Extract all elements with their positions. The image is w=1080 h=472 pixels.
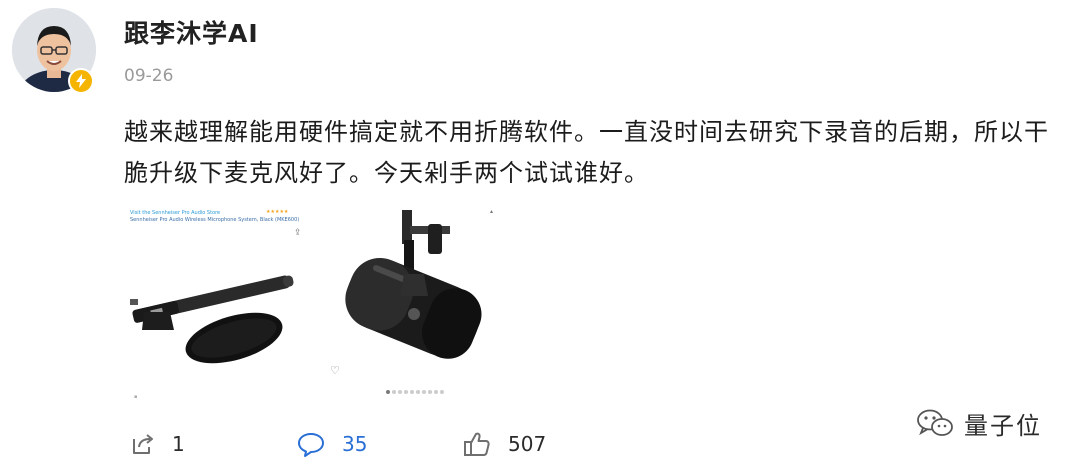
like-count: 507 — [508, 432, 547, 456]
post-timestamp: 09-26 — [124, 66, 174, 86]
comment-count: 35 — [342, 432, 368, 456]
image-corner-mark: ▪ — [134, 394, 138, 400]
post-image[interactable]: Visit the Sennheiser Pro Audio Store Sen… — [124, 204, 544, 404]
shotgun-microphone-picture — [130, 275, 294, 364]
like-button[interactable]: 507 — [462, 428, 546, 460]
dynamic-microphone-picture — [345, 210, 482, 359]
comment-bubble-icon — [298, 433, 324, 457]
rating-stars: ★★★★★ — [266, 209, 289, 215]
lightning-bolt-icon — [68, 68, 94, 94]
repost-button[interactable]: 1 — [128, 428, 185, 460]
thumbs-up-icon — [464, 432, 490, 456]
watermark-text: 量子位 — [964, 412, 1042, 440]
heart-icon: ♡ — [330, 364, 340, 377]
share-icon: ⇪ — [294, 228, 302, 238]
comment-button[interactable]: 35 — [296, 428, 367, 460]
store-link-text: Visit the Sennheiser Pro Audio Store — [130, 210, 221, 216]
repost-count: 1 — [172, 432, 185, 456]
wechat-logo-icon — [917, 409, 953, 436]
repost-icon — [133, 434, 153, 454]
product-title-text: Sennheiser Pro Audio Wireless Microphone… — [130, 217, 300, 223]
watermark: 量子位 — [916, 406, 1042, 441]
image-carousel-dots — [386, 390, 444, 394]
author-name[interactable]: 跟李沐学AI — [124, 14, 259, 50]
post-text: 越来越理解能用硬件搞定就不用折腾软件。一直没时间去研究下录音的后期，所以干脆升级… — [124, 118, 1049, 187]
